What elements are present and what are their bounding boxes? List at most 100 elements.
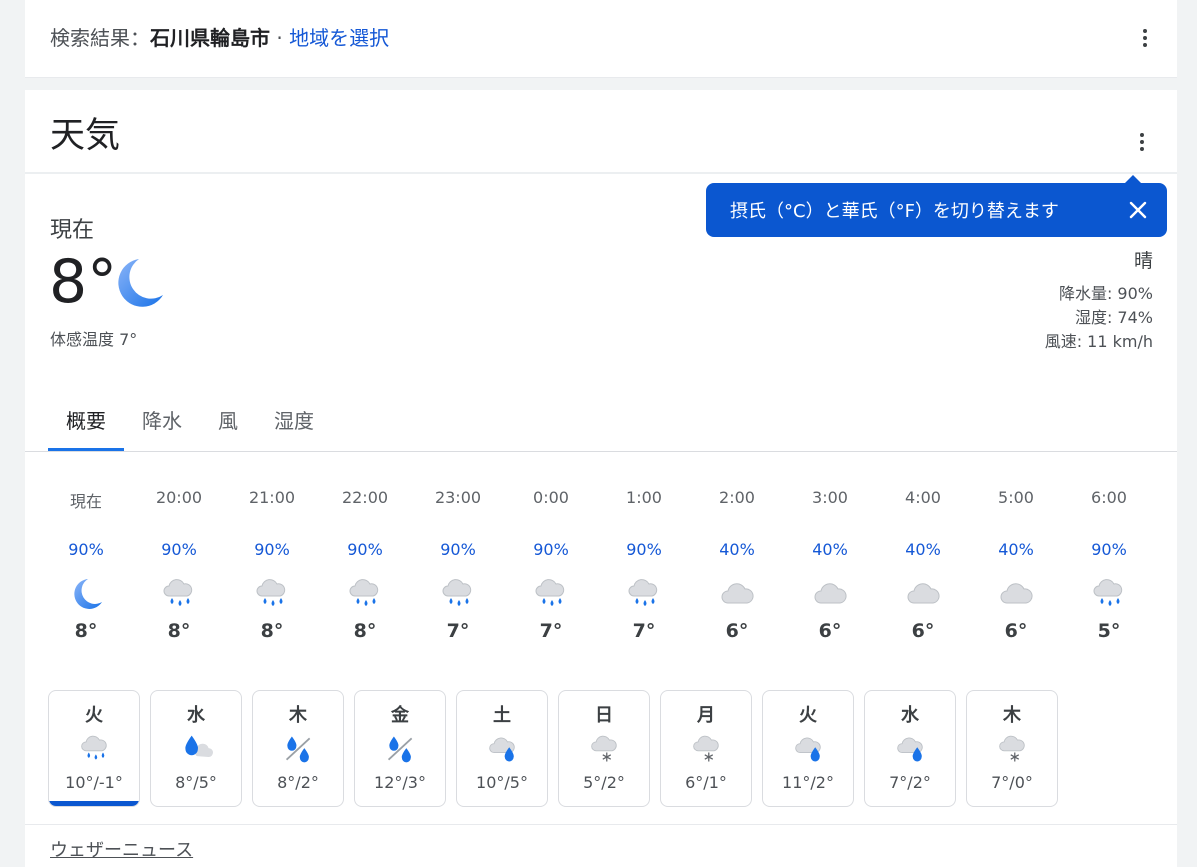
bottom-divider [25, 824, 1177, 825]
search-location-line: 検索結果：石川県輪島市 · 地域を選択 [50, 24, 389, 52]
current-conditions: 晴 降水量: 90% 湿度: 74% 風速: 11 km/h [1045, 248, 1153, 354]
day-temps: 10°/-1° [65, 773, 123, 792]
search-prefix: 検索結果： [50, 26, 150, 50]
current-temperature[interactable]: 8° [49, 246, 117, 318]
hour-precip: 90% [161, 540, 197, 559]
tab-overview[interactable]: 概要 [48, 388, 124, 451]
rain-cloud-icon [1091, 576, 1127, 612]
weather-title: 天気 [50, 116, 121, 156]
weather-card: 天気 現在 8° 体感温度 7° 晴 降水量: 90% 湿度: 74% 風速: … [25, 90, 1177, 867]
precipitation-stat: 降水量: 90% [1058, 284, 1153, 303]
hour-temp: 8° [74, 620, 98, 642]
day-temps: 7°/0° [991, 773, 1033, 792]
snow-cloud-icon [997, 733, 1029, 765]
hour-time: 2:00 [719, 488, 755, 507]
search-location: 石川県輪島市 [150, 26, 270, 50]
hour-precip: 90% [440, 540, 476, 559]
hourly-item: 現在 90% 8° [41, 486, 131, 656]
rain-cloud-icon [533, 576, 569, 612]
cloud-drop-icon [793, 733, 825, 765]
hour-time: 22:00 [341, 488, 389, 507]
hour-precip: 40% [998, 540, 1034, 559]
day-name: 火 [799, 705, 817, 726]
day-card[interactable]: 火 10°/-1° [48, 690, 140, 807]
tab-humidity[interactable]: 湿度 [256, 388, 332, 451]
hour-time: 1:00 [626, 488, 662, 507]
day-temps: 5°/2° [583, 773, 625, 792]
day-temps: 10°/5° [476, 773, 528, 792]
hour-temp: 8° [353, 620, 377, 642]
day-card[interactable]: 木 7°/0° [966, 690, 1058, 807]
hour-precip: 90% [254, 540, 290, 559]
moon-icon [109, 255, 165, 315]
cloud-drop-icon [895, 733, 927, 765]
hour-time: 23:00 [434, 488, 482, 507]
rain-cloud-icon [254, 576, 290, 612]
day-card[interactable]: 水 7°/2° [864, 690, 956, 807]
day-temps: 6°/1° [685, 773, 727, 792]
cloud-icon [905, 576, 941, 612]
day-name: 月 [697, 705, 715, 726]
hour-temp: 6° [911, 620, 935, 642]
day-temps: 11°/2° [782, 773, 834, 792]
feels-like: 体感温度 7° [50, 330, 138, 349]
hourly-item: 2:00 40% 6° [692, 486, 782, 656]
wind-stat: 風速: 11 km/h [1044, 332, 1153, 351]
hour-precip: 40% [905, 540, 941, 559]
hour-precip: 90% [347, 540, 383, 559]
hour-temp: 6° [818, 620, 842, 642]
hour-temp: 8° [260, 620, 284, 642]
cloud-icon [812, 576, 848, 612]
close-icon[interactable] [1127, 199, 1149, 221]
hour-precip: 90% [1091, 540, 1127, 559]
day-name: 木 [289, 705, 307, 726]
hourly-item: 23:00 90% 7° [413, 486, 503, 656]
hour-precip: 40% [719, 540, 755, 559]
weather-tabs: 概要 降水 風 湿度 [48, 388, 332, 452]
day-card[interactable]: 金 12°/3° [354, 690, 446, 807]
hourly-item: 0:00 90% 7° [506, 486, 596, 656]
unit-toggle-tooltip: 摂氏（°C）と華氏（°F）を切り替えます [706, 175, 1167, 237]
search-result-header: 検索結果：石川県輪島市 · 地域を選択 [25, 0, 1177, 78]
day-name: 水 [187, 705, 205, 726]
tooltip-text: 摂氏（°C）と華氏（°F）を切り替えます [730, 201, 1059, 222]
day-card[interactable]: 土 10°/5° [456, 690, 548, 807]
day-card[interactable]: 火 11°/2° [762, 690, 854, 807]
hour-time: 21:00 [248, 488, 296, 507]
hour-precip: 90% [533, 540, 569, 559]
day-card[interactable]: 日 5°/2° [558, 690, 650, 807]
cloud-icon [719, 576, 755, 612]
tab-wind[interactable]: 風 [200, 388, 256, 451]
hour-temp: 7° [539, 620, 563, 642]
day-card[interactable]: 水 8°/5° [150, 690, 242, 807]
weather-news-link[interactable]: ウェザーニュース [50, 836, 193, 862]
hour-precip: 90% [626, 540, 662, 559]
hour-time: 現在 [69, 492, 102, 511]
rain-cloud-icon [626, 576, 662, 612]
hourly-item: 22:00 90% 8° [320, 486, 410, 656]
hour-time: 0:00 [533, 488, 569, 507]
select-region-link[interactable]: 地域を選択 [289, 26, 389, 50]
hour-time: 4:00 [905, 488, 941, 507]
weather-more-options-icon[interactable] [1132, 130, 1152, 154]
rain-cloud-icon [347, 576, 383, 612]
day-name: 金 [391, 705, 409, 726]
hourly-item: 20:00 90% 8° [134, 486, 224, 656]
hourly-item: 6:00 90% 5° [1064, 486, 1154, 656]
day-name: 水 [901, 705, 919, 726]
hourly-item: 5:00 40% 6° [971, 486, 1061, 656]
more-options-icon[interactable] [1135, 26, 1155, 50]
day-card[interactable]: 木 8°/2° [252, 690, 344, 807]
rain-drop-percent-icon [283, 733, 315, 765]
snow-cloud-icon [589, 733, 621, 765]
hour-time: 20:00 [155, 488, 203, 507]
hour-temp: 7° [632, 620, 656, 642]
tab-precipitation[interactable]: 降水 [124, 388, 200, 451]
title-divider [25, 172, 1177, 174]
day-temps: 12°/3° [374, 773, 426, 792]
rain-cloud-icon [79, 733, 111, 765]
hour-temp: 7° [446, 620, 470, 642]
rain-cloud-icon [440, 576, 476, 612]
day-card[interactable]: 月 6°/1° [660, 690, 752, 807]
hour-temp: 6° [1004, 620, 1028, 642]
